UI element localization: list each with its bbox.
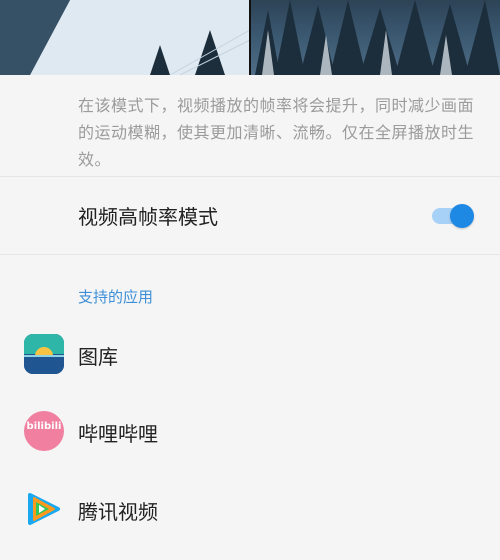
app-label-bilibili: 哔哩哔哩 (78, 422, 158, 446)
supported-apps-header: 支持的应用 (78, 288, 154, 306)
bilibili-icon-text: bilibili (26, 421, 62, 432)
tencent-video-icon (24, 489, 64, 529)
toggle-knob (450, 204, 474, 228)
app-item-tencent-video[interactable]: 腾讯视频 (0, 471, 500, 547)
divider-bottom (0, 254, 500, 255)
high-frame-rate-toggle[interactable] (432, 203, 474, 229)
high-frame-rate-label: 视频高帧率模式 (78, 205, 218, 229)
gallery-icon (24, 334, 64, 374)
video-preview-image (0, 0, 500, 75)
mode-description: 在该模式下，视频播放的帧率将会提升，同时减少画面的运动模糊，使其更加清晰、流畅。… (78, 96, 475, 169)
high-frame-rate-row[interactable]: 视频高帧率模式 (0, 177, 500, 254)
app-label-tencent-video: 腾讯视频 (78, 500, 158, 524)
app-item-bilibili[interactable]: bilibili 哔哩哔哩 (0, 393, 500, 469)
bilibili-icon: bilibili (24, 411, 64, 451)
app-item-gallery[interactable]: 图库 (0, 316, 500, 392)
app-label-gallery: 图库 (78, 345, 118, 369)
